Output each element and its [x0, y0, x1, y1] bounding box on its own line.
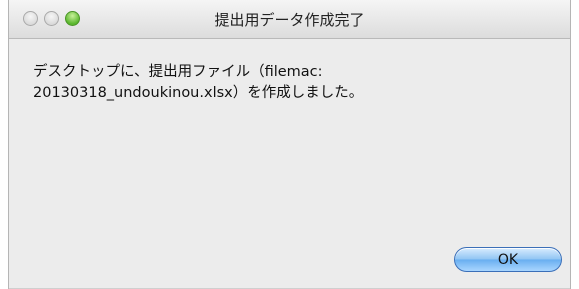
window-title: 提出用データ作成完了	[214, 11, 365, 29]
message-line-1: デスクトップに、提出用ファイル（filemac:	[33, 64, 323, 80]
dialog-window: 提出用データ作成完了 デスクトップに、提出用ファイル（filemac: 2013…	[8, 0, 571, 289]
message-text: デスクトップに、提出用ファイル（filemac: 20130318_undouk…	[33, 62, 553, 104]
title-bar: 提出用データ作成完了	[9, 0, 570, 39]
ok-button[interactable]: OK	[454, 247, 562, 272]
message-line-2: 20130318_undoukinou.xlsx）を作成しました。	[33, 85, 364, 101]
